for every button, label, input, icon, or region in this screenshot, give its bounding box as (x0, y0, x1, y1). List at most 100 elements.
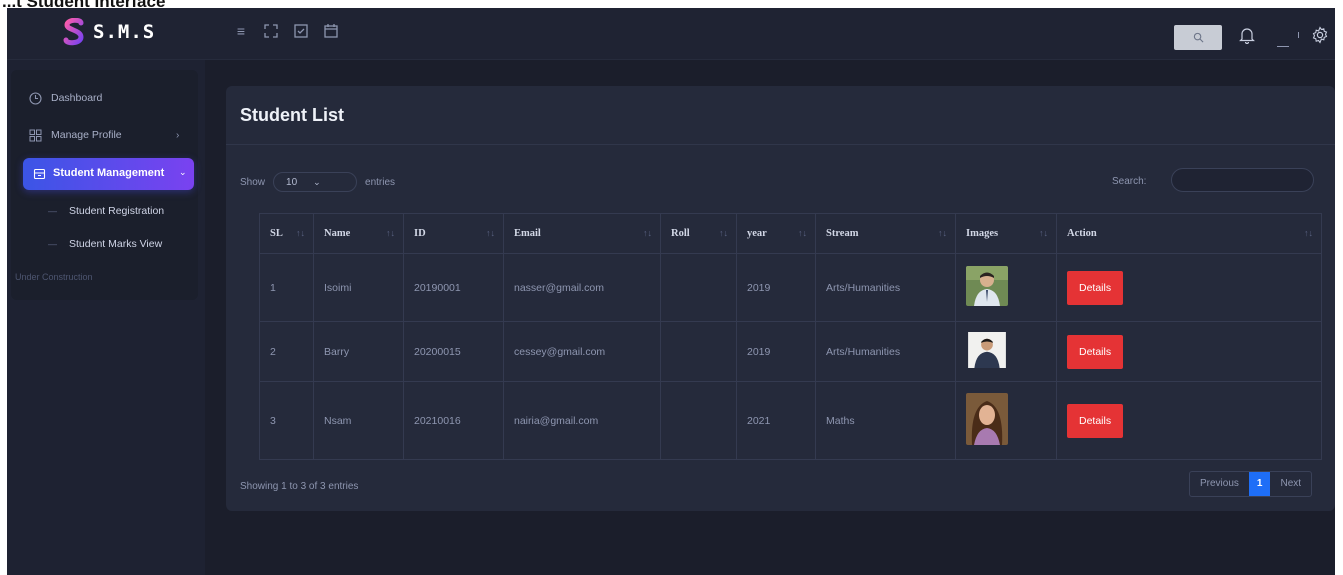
cell-year: 2019 (736, 321, 816, 382)
sidebar: Dashboard Manage Profile › Student Manag… (11, 70, 198, 300)
cell-stream: Arts/Humanities (815, 253, 956, 322)
table-row: 3 Nsam 20210016 nairia@gmail.com 2021 Ma… (259, 381, 1322, 460)
checklist-icon[interactable] (293, 23, 309, 39)
column-header-action[interactable]: Action ↑↓ (1056, 213, 1322, 254)
entries-control: Show 10 ⌄ entries (240, 172, 395, 192)
cell-action: Details (1056, 321, 1322, 382)
entries-label: entries (365, 176, 396, 188)
previous-button[interactable]: Previous (1190, 472, 1249, 496)
page-title: Student List (240, 105, 344, 125)
calendar-icon[interactable] (323, 23, 339, 39)
entries-select[interactable]: 10 ⌄ (273, 172, 358, 192)
sidebar-item-dashboard[interactable]: Dashboard (11, 82, 198, 114)
sort-icon: ↑↓ (386, 228, 395, 238)
archive-icon (33, 168, 46, 180)
student-photo (968, 332, 1006, 368)
brand[interactable]: S.M.S (63, 18, 155, 46)
page-button-current[interactable]: 1 (1248, 472, 1271, 496)
student-list-card: Student List Show 10 ⌄ entries Search: S… (226, 86, 1335, 511)
bullet-icon: — (48, 239, 57, 249)
sidebar-item-label: Student Marks View (69, 238, 163, 250)
column-header-roll[interactable]: Roll ↑↓ (660, 213, 737, 254)
cell-action: Details (1056, 253, 1322, 322)
sidebar-note: Under Construction (15, 272, 93, 282)
bullet-icon: — (48, 206, 57, 216)
sidebar-item-label: Manage Profile (51, 129, 122, 141)
column-header-id[interactable]: ID ↑↓ (403, 213, 504, 254)
pagination: Previous 1 Next (1189, 471, 1313, 497)
cell-image (955, 381, 1057, 460)
search-icon (1193, 32, 1203, 43)
details-button[interactable]: Details (1067, 334, 1124, 369)
cell-id: 20210016 (403, 381, 504, 460)
cell-email: cessey@gmail.com (503, 321, 661, 382)
app-window: S.M.S ≡ Dashboard Manage Profile › Stude… (7, 8, 1335, 575)
sort-icon: ↑↓ (643, 228, 652, 238)
cell-action: Details (1056, 381, 1322, 460)
column-header-images[interactable]: Images ↑↓ (955, 213, 1057, 254)
divider (226, 144, 1335, 145)
grid-icon (29, 129, 42, 141)
expand-icon[interactable] (263, 23, 279, 39)
cell-roll (660, 253, 737, 322)
show-label: Show (240, 176, 266, 188)
sort-icon: ↑↓ (719, 228, 728, 238)
clock-icon (29, 91, 42, 105)
column-header-name[interactable]: Name ↑↓ (313, 213, 404, 254)
cell-id: 20200015 (403, 321, 504, 382)
sort-icon: ↑↓ (798, 228, 807, 238)
table-row: 2 Barry 20200015 cessey@gmail.com 2019 A… (259, 321, 1322, 382)
sort-icon: ↑↓ (486, 228, 495, 238)
cell-roll (660, 321, 737, 382)
cell-year: 2021 (736, 381, 816, 460)
chevron-down-icon: ⌄ (179, 167, 187, 177)
top-bar: S.M.S ≡ (7, 8, 1335, 60)
cell-name: Nsam (313, 381, 404, 460)
cell-year: 2019 (736, 253, 816, 322)
gear-icon[interactable] (1311, 26, 1329, 44)
cell-name: Isoimi (313, 253, 404, 322)
column-header-year[interactable]: year ↑↓ (736, 213, 816, 254)
sort-icon: ↑↓ (938, 228, 947, 238)
sidebar-item-manage-profile[interactable]: Manage Profile › (11, 119, 198, 151)
chevron-down-icon: ⌄ (313, 176, 321, 187)
details-button[interactable]: Details (1067, 270, 1124, 305)
sort-icon: ↑↓ (1039, 228, 1048, 238)
topbar-search-button[interactable] (1174, 25, 1222, 50)
divider (1298, 32, 1299, 38)
divider (1277, 46, 1289, 47)
sidebar-item-label: Dashboard (51, 92, 103, 104)
logo-icon (63, 18, 84, 46)
bell-icon[interactable] (1239, 26, 1255, 44)
student-photo (966, 393, 1008, 445)
column-header-sl[interactable]: SL ↑↓ (259, 213, 314, 254)
sort-icon: ↑↓ (1304, 228, 1313, 238)
sidebar-item-student-registration[interactable]: — Student Registration (11, 199, 198, 223)
cell-stream: Arts/Humanities (815, 321, 956, 382)
entries-select-value: 10 (286, 176, 298, 188)
cell-email: nairia@gmail.com (503, 381, 661, 460)
sort-icon: ↑↓ (296, 228, 305, 238)
menu-icon[interactable]: ≡ (233, 23, 249, 39)
cell-sl: 2 (259, 321, 314, 382)
sidebar-item-student-marks-view[interactable]: — Student Marks View (11, 232, 198, 256)
details-button[interactable]: Details (1067, 403, 1124, 438)
table-row: 1 Isoimi 20190001 nasser@gmail.com 2019 … (259, 253, 1322, 322)
cell-stream: Maths (815, 381, 956, 460)
sidebar-item-label: Student Management (53, 167, 165, 179)
column-header-email[interactable]: Email ↑↓ (503, 213, 661, 254)
cell-sl: 3 (259, 381, 314, 460)
search-input[interactable] (1171, 168, 1314, 192)
sidebar-item-label: Student Registration (69, 205, 165, 217)
sidebar-item-student-management[interactable]: Student Management ⌄ (23, 158, 194, 190)
cell-id: 20190001 (403, 253, 504, 322)
cell-image (955, 253, 1057, 322)
cell-name: Barry (313, 321, 404, 382)
column-header-stream[interactable]: Stream ↑↓ (815, 213, 956, 254)
cell-email: nasser@gmail.com (503, 253, 661, 322)
table-info: Showing 1 to 3 of 3 entries (240, 481, 359, 492)
student-photo (966, 266, 1008, 306)
next-button[interactable]: Next (1270, 472, 1311, 496)
cell-roll (660, 381, 737, 460)
brand-name: S.M.S (93, 21, 156, 43)
